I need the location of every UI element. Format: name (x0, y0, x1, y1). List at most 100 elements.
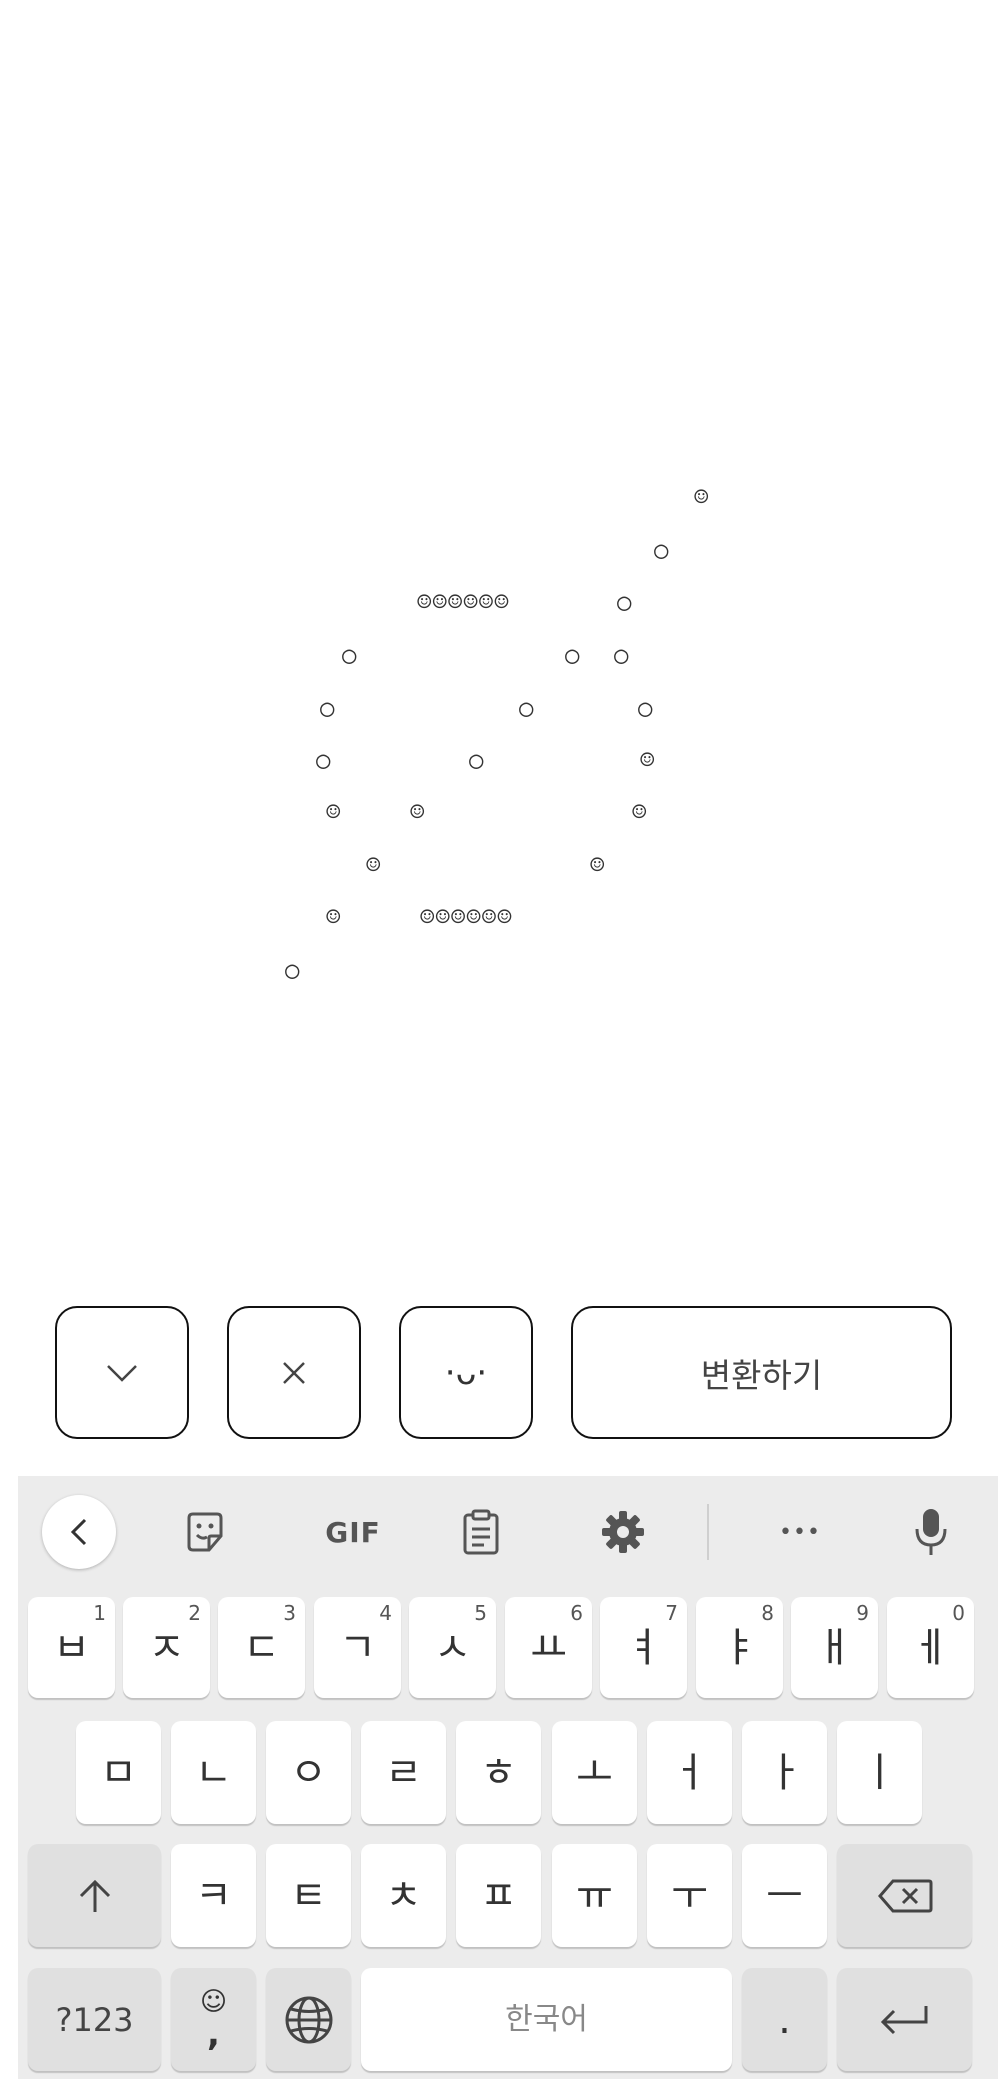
toolbar-back-button[interactable] (42, 1495, 116, 1569)
key-label: ㄹ (385, 1749, 422, 1796)
key-a[interactable]: ㅏ (742, 1721, 827, 1824)
key-u[interactable]: ㅜ (647, 1844, 732, 1947)
key-i[interactable]: ㅣ (837, 1721, 922, 1824)
key-ya[interactable]: 8ㅑ (696, 1597, 783, 1698)
key-e[interactable]: 0ㅔ (887, 1597, 974, 1698)
shift-key[interactable] (28, 1844, 161, 1947)
clipboard-icon (463, 1509, 499, 1555)
key-hint: 1 (93, 1601, 106, 1625)
key-label: ㅎ (480, 1749, 517, 1796)
key-yu[interactable]: ㅠ (552, 1844, 637, 1947)
key-label: ㅑ (721, 1624, 758, 1671)
key-label: ㅇ (290, 1749, 327, 1796)
art-glyph: ○ (519, 694, 534, 722)
key-n[interactable]: ㄴ (171, 1721, 256, 1824)
key-ch[interactable]: ㅊ (361, 1844, 446, 1947)
gif-label: GIF (325, 1515, 381, 1549)
shift-arrow-icon (79, 1879, 110, 1912)
toolbar-divider (707, 1504, 709, 1560)
keyboard-toolbar: GIF ••• (18, 1476, 998, 1588)
comma-key[interactable]: ☺ , (171, 1968, 256, 2071)
chevron-left-icon (70, 1518, 87, 1546)
key-label: ㄴ (195, 1749, 232, 1796)
key-hint: 7 (665, 1601, 678, 1625)
period-key[interactable]: . (742, 1968, 827, 2071)
key-p[interactable]: ㅍ (456, 1844, 541, 1947)
sticker-button[interactable] (170, 1498, 240, 1566)
voice-input-button[interactable] (896, 1498, 966, 1566)
key-label: ㅓ (671, 1749, 708, 1796)
art-glyph: ○ (654, 536, 669, 564)
key-h[interactable]: ㅎ (456, 1721, 541, 1824)
collapse-button[interactable] (55, 1306, 189, 1439)
gif-button[interactable]: GIF (308, 1498, 398, 1566)
key-hint: 2 (188, 1601, 201, 1625)
enter-key[interactable] (837, 1968, 972, 2071)
art-glyph: ☺ (694, 483, 709, 511)
key-label: ㅕ (625, 1624, 662, 1671)
ascii-art-canvas: ☺ ○ ☺☺☺☺☺☺ ○ ○ ○ ○ ○ ○ ○ ○ ○ ○ ☺ ☺ ☺ ☺ ☺… (0, 0, 998, 1300)
clear-button[interactable] (227, 1306, 361, 1439)
symbols-key[interactable]: ?123 (28, 1968, 161, 2071)
art-glyph: ○ (617, 588, 632, 616)
key-hint: 9 (856, 1601, 869, 1625)
comma-label: , (207, 2013, 220, 2054)
chevron-down-icon (107, 1364, 137, 1382)
period-label: . (778, 1996, 791, 2043)
key-label: ㅡ (766, 1872, 803, 1919)
art-glyph: ○ (614, 641, 629, 669)
key-yo[interactable]: 6ㅛ (505, 1597, 592, 1698)
key-m[interactable]: ㅁ (76, 1721, 161, 1824)
key-label: ㅌ (290, 1872, 327, 1919)
art-glyph: ○ (285, 956, 300, 984)
key-k[interactable]: ㅋ (171, 1844, 256, 1947)
convert-button[interactable]: 변환하기 (571, 1306, 952, 1439)
key-d[interactable]: 3ㄷ (218, 1597, 305, 1698)
art-glyph: ☺ (640, 746, 655, 774)
backspace-key[interactable] (837, 1844, 972, 1947)
emoticon-button[interactable]: ·ᴗ· (399, 1306, 533, 1439)
key-label: ㅊ (385, 1872, 422, 1919)
key-b[interactable]: 1ㅂ (28, 1597, 115, 1698)
gear-icon (602, 1511, 644, 1553)
key-label: ㅣ (861, 1749, 898, 1796)
key-label: ㅠ (576, 1872, 613, 1919)
key-r[interactable]: ㄹ (361, 1721, 446, 1824)
key-s[interactable]: 5ㅅ (409, 1597, 496, 1698)
key-label: ㅈ (148, 1624, 185, 1671)
emoji-hint-icon: ☺ (199, 1986, 228, 2017)
key-label: ㅏ (766, 1749, 803, 1796)
key-j[interactable]: 2ㅈ (123, 1597, 210, 1698)
art-glyph-run: ☺☺☺☺☺☺ (420, 903, 513, 931)
key-eu[interactable]: ㅡ (742, 1844, 827, 1947)
key-g[interactable]: 4ㄱ (314, 1597, 401, 1698)
key-eo[interactable]: ㅓ (647, 1721, 732, 1824)
key-hint: 4 (379, 1601, 392, 1625)
key-o[interactable]: ㅗ (552, 1721, 637, 1824)
art-glyph: ○ (320, 694, 335, 722)
art-glyph: ○ (469, 746, 484, 774)
microphone-icon (915, 1509, 947, 1555)
sticker-icon (187, 1512, 223, 1552)
key-hint: 5 (474, 1601, 487, 1625)
clipboard-button[interactable] (446, 1498, 516, 1566)
art-glyph: ☺ (326, 798, 341, 826)
backspace-icon (877, 1879, 932, 1912)
art-glyph: ☺ (632, 798, 647, 826)
key-label: ㅅ (434, 1624, 471, 1671)
soft-keyboard: GIF ••• 1 ㅂ 2 ㅈ 3 ㄷ 4 ㄱ 5 ㅅ 6 ㅛ 7 ㅕ 8 ㅑ … (18, 1476, 998, 2079)
globe-icon (285, 1996, 332, 2043)
art-glyph: ☺ (366, 851, 381, 879)
art-glyph: ☺ (410, 798, 425, 826)
space-key[interactable]: 한국어 (361, 1968, 732, 2071)
enter-icon (880, 2005, 927, 2034)
key-ng[interactable]: ㅇ (266, 1721, 351, 1824)
key-t[interactable]: ㅌ (266, 1844, 351, 1947)
more-button[interactable]: ••• (760, 1498, 840, 1566)
key-ae[interactable]: 9ㅐ (791, 1597, 878, 1698)
language-key[interactable] (266, 1968, 351, 2071)
key-hint: 0 (952, 1601, 965, 1625)
art-glyph: ○ (342, 641, 357, 669)
key-yeo[interactable]: 7ㅕ (600, 1597, 687, 1698)
settings-button[interactable] (588, 1498, 658, 1566)
